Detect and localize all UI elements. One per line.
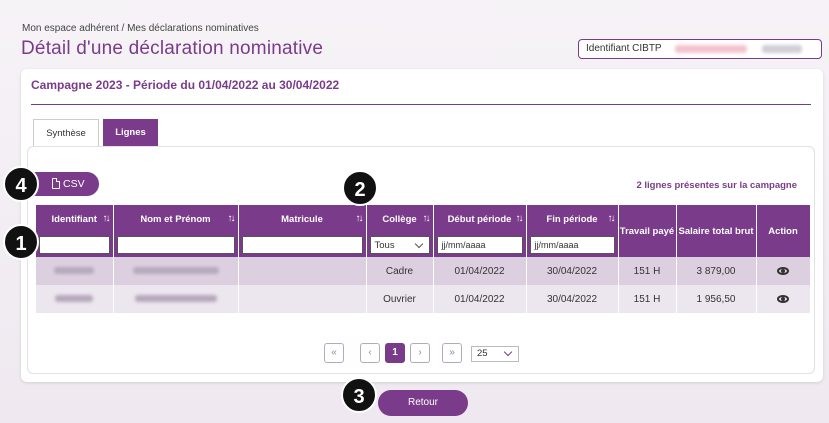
cibtp-identifier-box: Identifiant CIBTP (578, 39, 822, 59)
annotation-badge-1: 1 (3, 224, 39, 260)
lines-count: 2 lignes présentes sur la campagne (636, 180, 797, 191)
cibtp-label: Identifiant CIBTP (586, 43, 662, 54)
travail-cell: 151 H (618, 257, 677, 285)
column-salaire-brut: Salaire total brut (676, 205, 757, 257)
college-cell: Ouvrier (366, 285, 434, 313)
travail-cell: 151 H (618, 285, 677, 313)
pagination-prev[interactable]: ‹ (360, 343, 380, 363)
salaire-cell: 3 879,00 (676, 257, 757, 285)
chevron-down-icon (414, 239, 423, 249)
identifiant-filter-input[interactable] (39, 236, 110, 254)
sort-icon[interactable]: ↑↓ (103, 213, 111, 224)
eye-icon[interactable] (777, 294, 789, 303)
chevron-down-icon (503, 347, 513, 357)
page-title: Détail d'une déclaration nominative (21, 38, 324, 59)
column-college[interactable]: Collège ↑↓ (366, 205, 434, 233)
salaire-cell: 1 956,50 (676, 285, 757, 313)
retour-button[interactable]: Retour (378, 390, 468, 416)
column-fin-periode[interactable]: Fin période ↑↓ (526, 205, 619, 233)
debut-cell: 01/04/2022 (433, 285, 527, 313)
matricule-filter-input[interactable] (241, 236, 363, 254)
fin-cell: 30/04/2022 (526, 257, 619, 285)
redacted-value (55, 294, 94, 302)
annotation-badge-4: 4 (3, 166, 39, 202)
sort-icon[interactable]: ↑↓ (516, 213, 524, 224)
college-cell: Cadre (366, 257, 434, 285)
annotation-badge-3: 3 (341, 377, 377, 413)
column-nom-prenom[interactable]: Nom et Prénom ↑↓ (113, 205, 239, 233)
pagination-next[interactable]: › (410, 343, 430, 363)
matricule-cell (238, 285, 367, 313)
college-filter-select[interactable]: Tous (369, 236, 430, 254)
tab-lignes[interactable]: Lignes (103, 119, 158, 146)
pagination-first[interactable]: « (324, 343, 344, 363)
column-debut-periode[interactable]: Début période ↑↓ (433, 205, 527, 233)
campaign-title: Campagne 2023 - Période du 01/04/2022 au… (31, 78, 340, 92)
pagination-current[interactable]: 1 (385, 343, 405, 363)
fin-filter-input[interactable]: jj/mm/aaaa (529, 236, 615, 254)
csv-label: CSV (63, 178, 85, 190)
sort-icon[interactable]: ↑↓ (356, 213, 364, 224)
table-row: Cadre 01/04/2022 30/04/2022 151 H 3 879,… (36, 257, 811, 285)
redacted-value (54, 266, 95, 274)
sort-icon[interactable]: ↑↓ (228, 213, 236, 224)
column-matricule[interactable]: Matricule ↑↓ (238, 205, 367, 233)
redacted-value (134, 294, 217, 302)
matricule-cell (238, 257, 367, 285)
redacted-value (762, 45, 802, 53)
tab-synthese[interactable]: Synthèse (33, 119, 99, 146)
sort-icon[interactable]: ↑↓ (608, 213, 616, 224)
column-travail-paye: Travail payé (618, 205, 677, 257)
nom-filter-input[interactable] (116, 236, 235, 254)
fin-cell: 30/04/2022 (526, 285, 619, 313)
debut-filter-input[interactable]: jj/mm/aaaa (436, 236, 523, 254)
sort-icon[interactable]: ↑↓ (423, 213, 431, 224)
pagination-last[interactable]: » (442, 343, 462, 363)
column-action: Action (756, 205, 811, 257)
declaration-lines-table: Identifiant ↑↓ Nom et Prénom ↑↓ Matricule ↑… (36, 205, 811, 313)
redacted-value (675, 45, 747, 53)
file-icon (52, 178, 60, 189)
debut-cell: 01/04/2022 (433, 257, 527, 285)
breadcrumb[interactable]: Mon espace adhérent / Mes déclarations n… (22, 23, 259, 34)
column-identifiant[interactable]: Identifiant ↑↓ (36, 205, 114, 233)
campaign-divider (31, 104, 811, 105)
redacted-value (132, 266, 219, 274)
page-size-select[interactable]: 25 (471, 346, 519, 362)
eye-icon[interactable] (777, 266, 789, 275)
annotation-badge-2: 2 (342, 170, 378, 206)
table-row: Ouvrier 01/04/2022 30/04/2022 151 H 1 95… (36, 285, 811, 313)
